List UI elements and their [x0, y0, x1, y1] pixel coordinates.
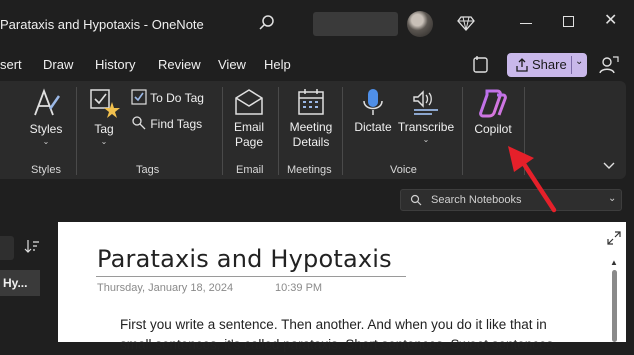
- minimize-button[interactable]: [520, 23, 532, 24]
- find-tags-button[interactable]: Find Tags: [131, 115, 202, 131]
- group-label-styles: Styles: [31, 164, 61, 176]
- copilot-label: Copilot: [474, 122, 512, 136]
- ribbon-collapse-icon[interactable]: [602, 161, 616, 171]
- meeting-details-button[interactable]: Meeting Details: [286, 87, 336, 150]
- transcribe-label: Transcribe: [397, 120, 455, 134]
- page-date: Thursday, January 18, 2024: [97, 282, 234, 294]
- copilot-button[interactable]: Copilot: [470, 87, 516, 137]
- share-label: Share: [532, 57, 567, 72]
- share-divider: [571, 56, 572, 74]
- body-line: First you write a sentence. Then another…: [120, 317, 547, 332]
- chevron-down-icon: ⌄: [100, 137, 108, 146]
- styles-icon: [34, 88, 61, 116]
- title-underline: [96, 276, 406, 277]
- dictate-button[interactable]: Dictate: [350, 87, 396, 135]
- tag-checkbox-icon: [90, 89, 120, 118]
- microphone-icon: [363, 89, 383, 115]
- avatar[interactable]: [407, 11, 433, 37]
- menu-history[interactable]: History: [95, 57, 135, 72]
- scroll-up-arrow[interactable]: ▲: [610, 258, 618, 267]
- todo-tag-button[interactable]: To Do Tag: [131, 89, 204, 105]
- page-list-item[interactable]: Hy...: [0, 270, 40, 296]
- styles-label: Styles: [29, 122, 63, 136]
- account-name-box[interactable]: [313, 12, 398, 36]
- dictate-label: Dictate: [354, 120, 392, 134]
- page-time: 10:39 PM: [275, 282, 323, 294]
- search-icon: [410, 194, 422, 206]
- separator: [278, 87, 279, 175]
- tag-label: Tag: [94, 122, 114, 136]
- window-title: Parataxis and Hypotaxis - OneNote: [0, 17, 204, 32]
- diamond-icon[interactable]: [457, 14, 475, 32]
- chevron-down-icon: ⌄: [422, 135, 430, 144]
- page-body[interactable]: First you write a sentence. Then another…: [120, 315, 560, 355]
- page-title[interactable]: Parataxis and Hypotaxis: [97, 245, 392, 273]
- separator: [222, 87, 223, 175]
- chevron-down-icon[interactable]: ⌄: [575, 56, 583, 67]
- transcribe-button[interactable]: Transcribe ⌄: [396, 87, 456, 145]
- menu-review[interactable]: Review: [158, 57, 201, 72]
- page-canvas[interactable]: Parataxis and Hypotaxis Thursday, Januar…: [58, 222, 626, 352]
- envelope-icon: [235, 89, 263, 115]
- search-icon[interactable]: [258, 14, 276, 32]
- page-list-pane: Hy...: [0, 222, 50, 342]
- expand-icon[interactable]: [607, 231, 621, 245]
- share-button[interactable]: Share ⌄: [507, 53, 587, 77]
- add-page-box[interactable]: [0, 236, 14, 260]
- transcribe-icon: [413, 90, 438, 115]
- email-page-button[interactable]: Email Page: [228, 87, 270, 150]
- checkbox-icon: [131, 89, 147, 105]
- todo-tag-label: To Do Tag: [150, 91, 204, 105]
- find-tags-label: Find Tags: [150, 117, 203, 131]
- scrollbar-thumb[interactable]: [612, 270, 617, 342]
- tag-button[interactable]: Tag ⌄: [86, 87, 122, 147]
- maximize-button[interactable]: [563, 16, 574, 27]
- separator: [342, 87, 343, 175]
- copilot-icon: [479, 89, 507, 118]
- email-page-label-1: Email: [233, 120, 264, 134]
- separator: [76, 87, 77, 175]
- find-tags-icon: [132, 116, 146, 130]
- separator: [462, 87, 463, 175]
- menu-help[interactable]: Help: [264, 57, 291, 72]
- calendar-icon: [298, 89, 324, 115]
- email-page-label-2: Page: [234, 135, 264, 149]
- sort-icon[interactable]: [24, 238, 40, 254]
- person-feedback-icon[interactable]: [598, 54, 620, 76]
- group-label-tags: Tags: [136, 164, 160, 176]
- menu-insert[interactable]: sert: [0, 57, 22, 72]
- chevron-down-icon[interactable]: ⌄: [608, 193, 616, 204]
- annotation-arrow-icon: [508, 146, 557, 213]
- share-icon: [516, 58, 528, 72]
- notebook-icon[interactable]: [470, 54, 492, 76]
- close-button[interactable]: ✕: [604, 13, 618, 29]
- menu-draw[interactable]: Draw: [43, 57, 73, 72]
- menu-view[interactable]: View: [218, 57, 246, 72]
- title-bar: Parataxis and Hypotaxis - OneNote ✕: [0, 0, 634, 48]
- meeting-details-label-1: Meeting: [289, 120, 333, 134]
- group-label-meetings: Meetings: [287, 164, 332, 176]
- meeting-details-label-2: Details: [292, 135, 330, 149]
- group-label-email: Email: [236, 164, 264, 176]
- menu-bar: sert Draw History Review View Help Share…: [0, 50, 634, 80]
- body-line: small sentences, it's called parataxis. …: [120, 337, 558, 352]
- chevron-down-icon: ⌄: [42, 137, 50, 146]
- styles-button[interactable]: Styles ⌄: [26, 87, 66, 147]
- group-label-voice: Voice: [390, 164, 417, 176]
